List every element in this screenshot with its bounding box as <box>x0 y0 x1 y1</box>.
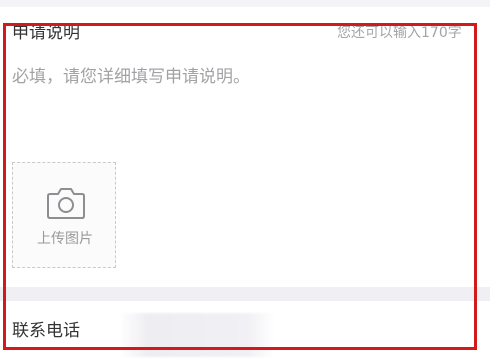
contact-phone-input[interactable] <box>120 313 275 357</box>
top-divider <box>0 0 490 6</box>
contact-phone-label: 联系电话 <box>12 321 80 341</box>
section-divider <box>0 287 490 301</box>
description-input[interactable] <box>12 64 462 144</box>
camera-icon <box>47 188 85 219</box>
contact-phone-row: 联系电话 <box>0 301 490 360</box>
section-title: 申请说明 <box>12 23 80 43</box>
application-form-page: 申请说明 您还可以输入170字 上传图片 联系电话 <box>0 0 490 360</box>
remaining-char-count: 您还可以输入170字 <box>337 25 462 41</box>
upload-image-button[interactable]: 上传图片 <box>12 162 116 268</box>
upload-image-label: 上传图片 <box>37 231 93 247</box>
